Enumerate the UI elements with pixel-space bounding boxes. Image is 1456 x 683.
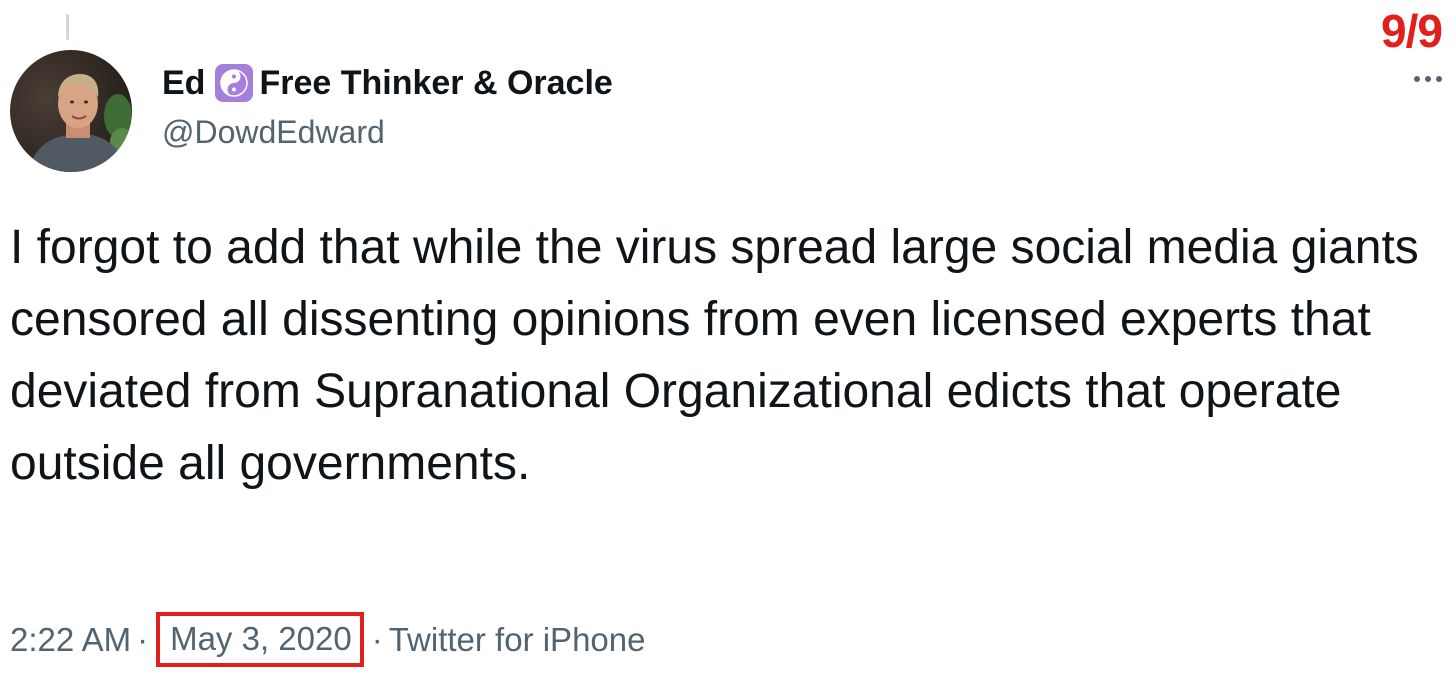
tweet-meta: 2:22 AM · May 3, 2020 · Twitter for iPho… [10, 612, 645, 667]
display-name-suffix[interactable]: Free Thinker & Oracle [259, 64, 612, 103]
meta-separator: · [137, 620, 149, 658]
tweet-date[interactable]: May 3, 2020 [156, 612, 364, 667]
yin-yang-icon [215, 64, 254, 102]
display-name-row[interactable]: Ed Free Thinker & Oracle [162, 60, 613, 106]
more-dot-icon [1436, 76, 1442, 82]
more-dot-icon [1414, 76, 1420, 82]
tweet-time[interactable]: 2:22 AM [10, 621, 131, 659]
page-counter: 9/9 [1381, 5, 1443, 57]
thread-connector-line [66, 14, 69, 40]
display-name[interactable]: Ed [162, 64, 205, 103]
meta-separator: · [371, 620, 383, 658]
more-dot-icon [1425, 76, 1431, 82]
user-info[interactable]: Ed Free Thinker & Oracle @DowdEdward [162, 60, 613, 151]
user-handle[interactable]: @DowdEdward [162, 114, 613, 151]
avatar[interactable] [10, 50, 132, 172]
tweet-source[interactable]: Twitter for iPhone [389, 621, 646, 659]
more-options-button[interactable] [1414, 76, 1442, 82]
tweet-text: I forgot to add that while the virus spr… [10, 221, 1419, 490]
avatar-photo [10, 50, 132, 172]
